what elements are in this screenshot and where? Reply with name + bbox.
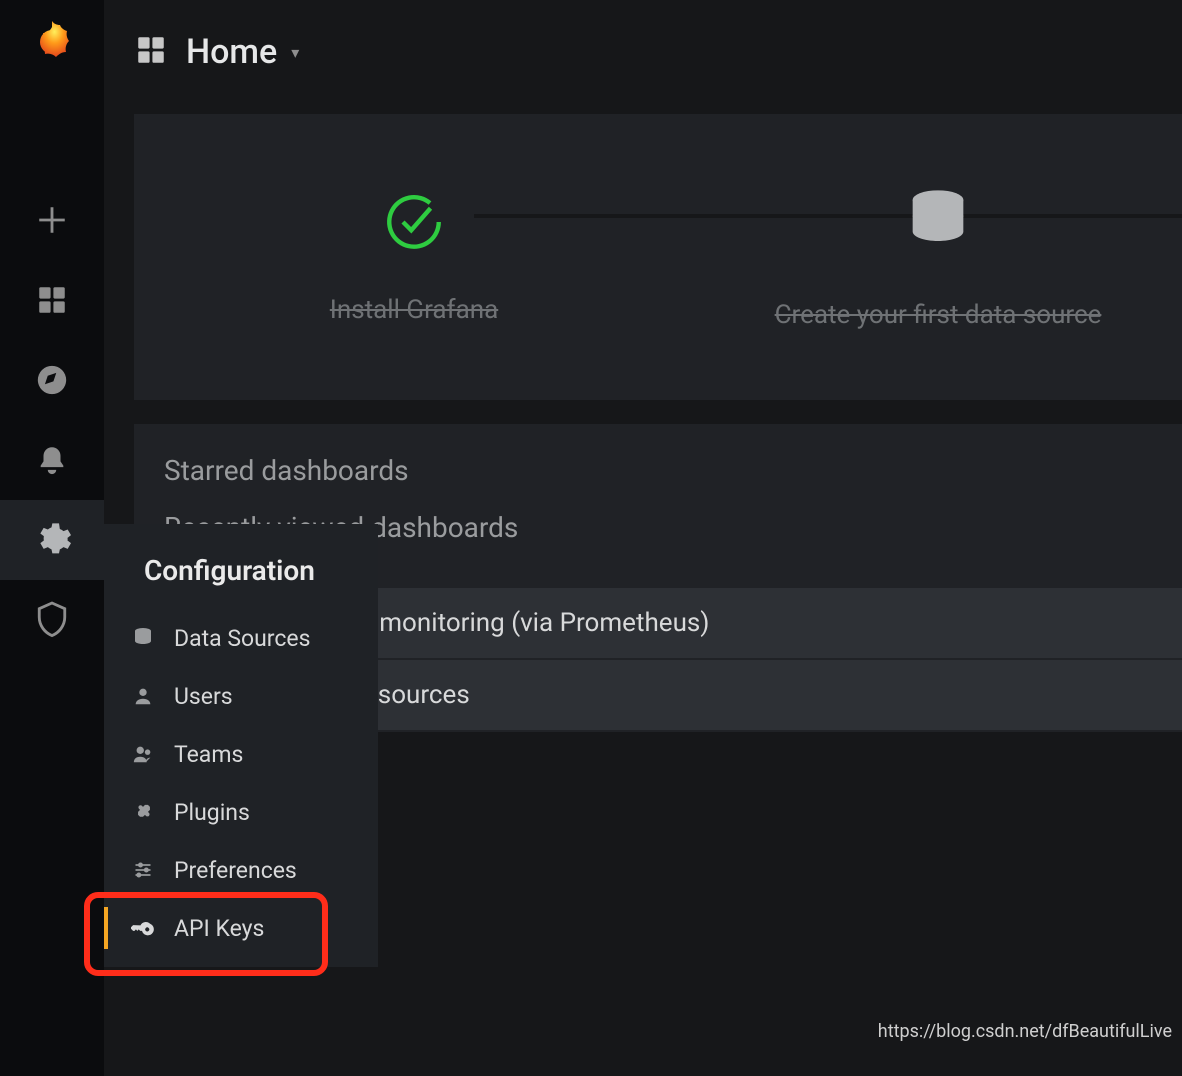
- flyout-item-data-sources[interactable]: Data Sources: [104, 609, 378, 667]
- setup-step-label: Create your first data source: [775, 300, 1102, 330]
- flyout-item-plugins[interactable]: Plugins: [104, 783, 378, 841]
- flyout-item-preferences[interactable]: Preferences: [104, 841, 378, 899]
- setup-step-label: Install Grafana: [330, 295, 498, 325]
- flyout-item-teams[interactable]: Teams: [104, 725, 378, 783]
- users-icon: [128, 743, 158, 765]
- nav-admin-icon[interactable]: [0, 580, 104, 660]
- flyout-item-label: API Keys: [174, 915, 264, 942]
- flyout-item-label: Data Sources: [174, 625, 310, 652]
- setup-step-install[interactable]: Install Grafana: [134, 189, 694, 325]
- nav-configuration-icon[interactable]: [0, 500, 104, 580]
- check-circle-icon: [381, 189, 447, 255]
- configuration-flyout: Configuration Data Sources Users Teams P…: [104, 524, 378, 967]
- flyout-title: Configuration: [104, 524, 378, 609]
- database-icon: [128, 626, 158, 650]
- nav-create-icon[interactable]: [0, 180, 104, 260]
- topbar: Home ▾: [104, 0, 1182, 104]
- key-icon: [128, 916, 158, 940]
- nav-alerting-icon[interactable]: [0, 420, 104, 500]
- flyout-item-label: Plugins: [174, 799, 250, 826]
- flyout-item-label: Users: [174, 683, 233, 710]
- flyout-item-label: Teams: [174, 741, 243, 768]
- sliders-icon: [128, 860, 158, 880]
- user-icon: [128, 685, 158, 707]
- chevron-down-icon[interactable]: ▾: [291, 43, 299, 62]
- setup-card: Install Grafana Create your first data s…: [134, 114, 1182, 400]
- nav-explore-icon[interactable]: [0, 340, 104, 420]
- sidebar: [0, 0, 104, 1076]
- watermark-text: https://blog.csdn.net/dfBeautifulLive: [878, 1021, 1172, 1042]
- flyout-item-api-keys[interactable]: API Keys: [104, 899, 378, 957]
- starred-title: Starred dashboards: [164, 454, 1152, 487]
- nav-dashboards-icon[interactable]: [0, 260, 104, 340]
- dashboard-grid-icon: [134, 33, 168, 71]
- flyout-item-users[interactable]: Users: [104, 667, 378, 725]
- database-icon: [900, 184, 976, 260]
- breadcrumb-title[interactable]: Home: [186, 32, 277, 72]
- grafana-logo-icon[interactable]: [24, 14, 80, 70]
- plug-icon: [128, 800, 158, 824]
- flyout-item-label: Preferences: [174, 857, 297, 884]
- setup-step-datasource[interactable]: Create your first data source: [694, 184, 1182, 330]
